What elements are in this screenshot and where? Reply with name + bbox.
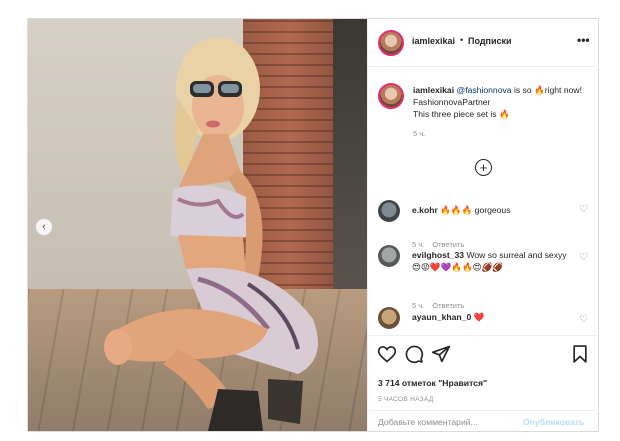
post-photo[interactable]: ‹ bbox=[28, 19, 367, 431]
heart-icon[interactable]: ♡ bbox=[579, 315, 589, 325]
caption-line2: This three piece set is 🔥 bbox=[413, 109, 510, 119]
comment-body: 🔥🔥🔥 gorgeous bbox=[437, 205, 511, 215]
reply-button[interactable]: Ответить bbox=[432, 301, 464, 310]
load-more-icon[interactable]: + bbox=[475, 159, 492, 176]
comment-username[interactable]: ayaun_khan_0 bbox=[412, 312, 471, 322]
heart-icon[interactable]: ♡ bbox=[579, 205, 589, 215]
caption-mention[interactable]: @fashionnova bbox=[456, 85, 511, 95]
comment-time: 5 ч. bbox=[412, 240, 425, 249]
comment-meta: 5 ч. Ответить bbox=[412, 301, 472, 310]
caption-text: iamlexikai @fashionnova is so 🔥right now… bbox=[413, 84, 593, 120]
add-comment-row: Опубликовать bbox=[368, 410, 599, 432]
post-header: iamlexikai • Подписки ••• bbox=[368, 19, 599, 67]
post-side-panel: iamlexikai • Подписки ••• iamlexikai @fa… bbox=[367, 19, 599, 431]
comment-icon[interactable] bbox=[404, 344, 424, 364]
comment-text: ayaun_khan_0 ❤️ bbox=[412, 311, 572, 323]
comment-username[interactable]: e.kohr bbox=[412, 205, 438, 215]
comment-meta: 5 ч. Ответить bbox=[412, 240, 472, 249]
comment-body: ❤️ bbox=[471, 312, 485, 322]
photo-window bbox=[333, 19, 367, 309]
comment-time: 5 ч. bbox=[412, 301, 425, 310]
comment-input[interactable] bbox=[378, 417, 518, 427]
caption-username[interactable]: iamlexikai bbox=[413, 85, 454, 95]
header-username[interactable]: iamlexikai bbox=[412, 36, 455, 46]
caption-avatar[interactable] bbox=[378, 83, 404, 109]
post-frame: ‹ iamlexikai • Подписки ••• iamlexikai @… bbox=[27, 18, 599, 432]
share-icon[interactable] bbox=[431, 344, 451, 364]
heart-icon[interactable]: ♡ bbox=[579, 253, 589, 263]
photo-person bbox=[104, 37, 318, 431]
comment-text: e.kohr 🔥🔥🔥 gorgeous bbox=[412, 204, 572, 216]
post-date: 5 ЧАСОВ НАЗАД bbox=[378, 396, 434, 403]
comment-text: evilghost_33 Wow so surreal and sexyy😍😡❤… bbox=[412, 249, 572, 273]
following-button[interactable]: Подписки bbox=[468, 36, 512, 46]
comment-avatar[interactable] bbox=[378, 245, 400, 267]
caption-time: 5 ч. bbox=[413, 129, 426, 138]
heart-icon[interactable] bbox=[377, 344, 397, 364]
bookmark-icon[interactable] bbox=[570, 344, 590, 364]
comment-username[interactable]: evilghost_33 bbox=[412, 250, 464, 260]
more-icon[interactable]: ••• bbox=[577, 33, 590, 47]
likes-count[interactable]: 3 714 отметок "Нравится" bbox=[378, 378, 487, 388]
prev-arrow-icon[interactable]: ‹ bbox=[35, 218, 53, 236]
avatar[interactable] bbox=[378, 30, 404, 56]
header-separator: • bbox=[460, 35, 464, 45]
post-actions: 3 714 отметок "Нравится" 5 ЧАСОВ НАЗАД О… bbox=[368, 335, 599, 431]
comment-avatar[interactable] bbox=[378, 200, 400, 222]
reply-button[interactable]: Ответить bbox=[432, 240, 464, 249]
post-comment-button[interactable]: Опубликовать bbox=[523, 417, 584, 427]
comment-avatar[interactable] bbox=[378, 307, 400, 329]
